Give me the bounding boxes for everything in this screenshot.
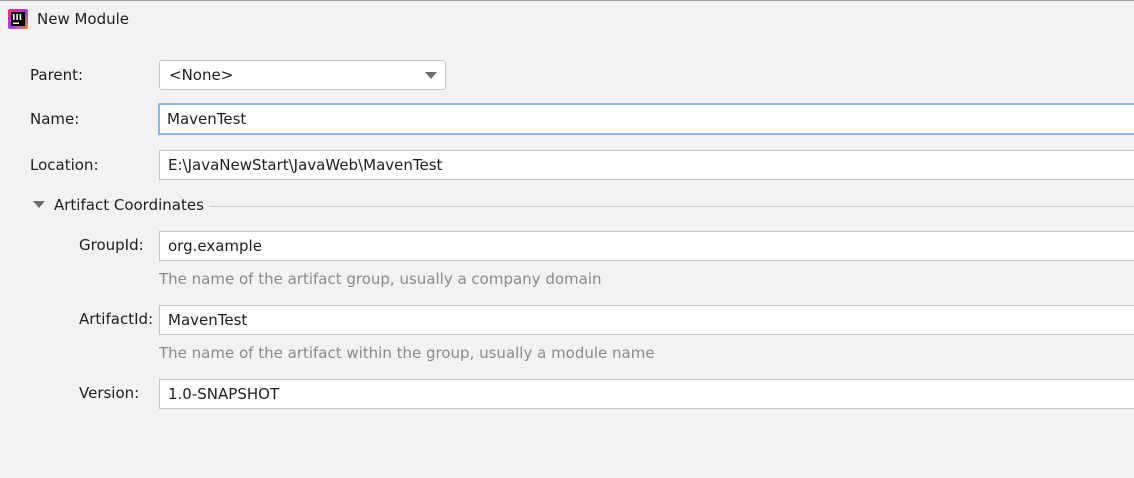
section-divider (209, 206, 1134, 207)
title-bar: New Module (0, 1, 1134, 39)
name-input[interactable]: MavenTest (158, 103, 1134, 135)
location-input[interactable]: E:\JavaNewStart\JavaWeb\MavenTest (159, 150, 1134, 180)
parent-label: Parent: (30, 66, 84, 84)
chevron-down-icon (425, 72, 437, 79)
new-module-dialog: New Module Parent: <None> Name: MavenTes… (0, 0, 1134, 478)
artifactid-label: ArtifactId: (79, 310, 154, 328)
groupid-label: GroupId: (79, 236, 144, 254)
collapse-triangle-icon[interactable] (33, 201, 45, 208)
version-input[interactable]: 1.0-SNAPSHOT (159, 379, 1134, 409)
name-label: Name: (30, 110, 80, 128)
version-label: Version: (79, 384, 140, 402)
parent-dropdown-value: <None> (169, 66, 234, 84)
intellij-idea-icon (8, 9, 28, 29)
artifactid-hint: The name of the artifact within the grou… (159, 344, 655, 362)
artifact-coordinates-title[interactable]: Artifact Coordinates (54, 196, 204, 214)
artifactid-input[interactable]: MavenTest (159, 305, 1134, 335)
window-title: New Module (37, 10, 130, 28)
groupid-input[interactable]: org.example (159, 231, 1134, 261)
location-label: Location: (30, 156, 99, 174)
parent-dropdown[interactable]: <None> (159, 60, 446, 90)
groupid-hint: The name of the artifact group, usually … (159, 270, 602, 288)
